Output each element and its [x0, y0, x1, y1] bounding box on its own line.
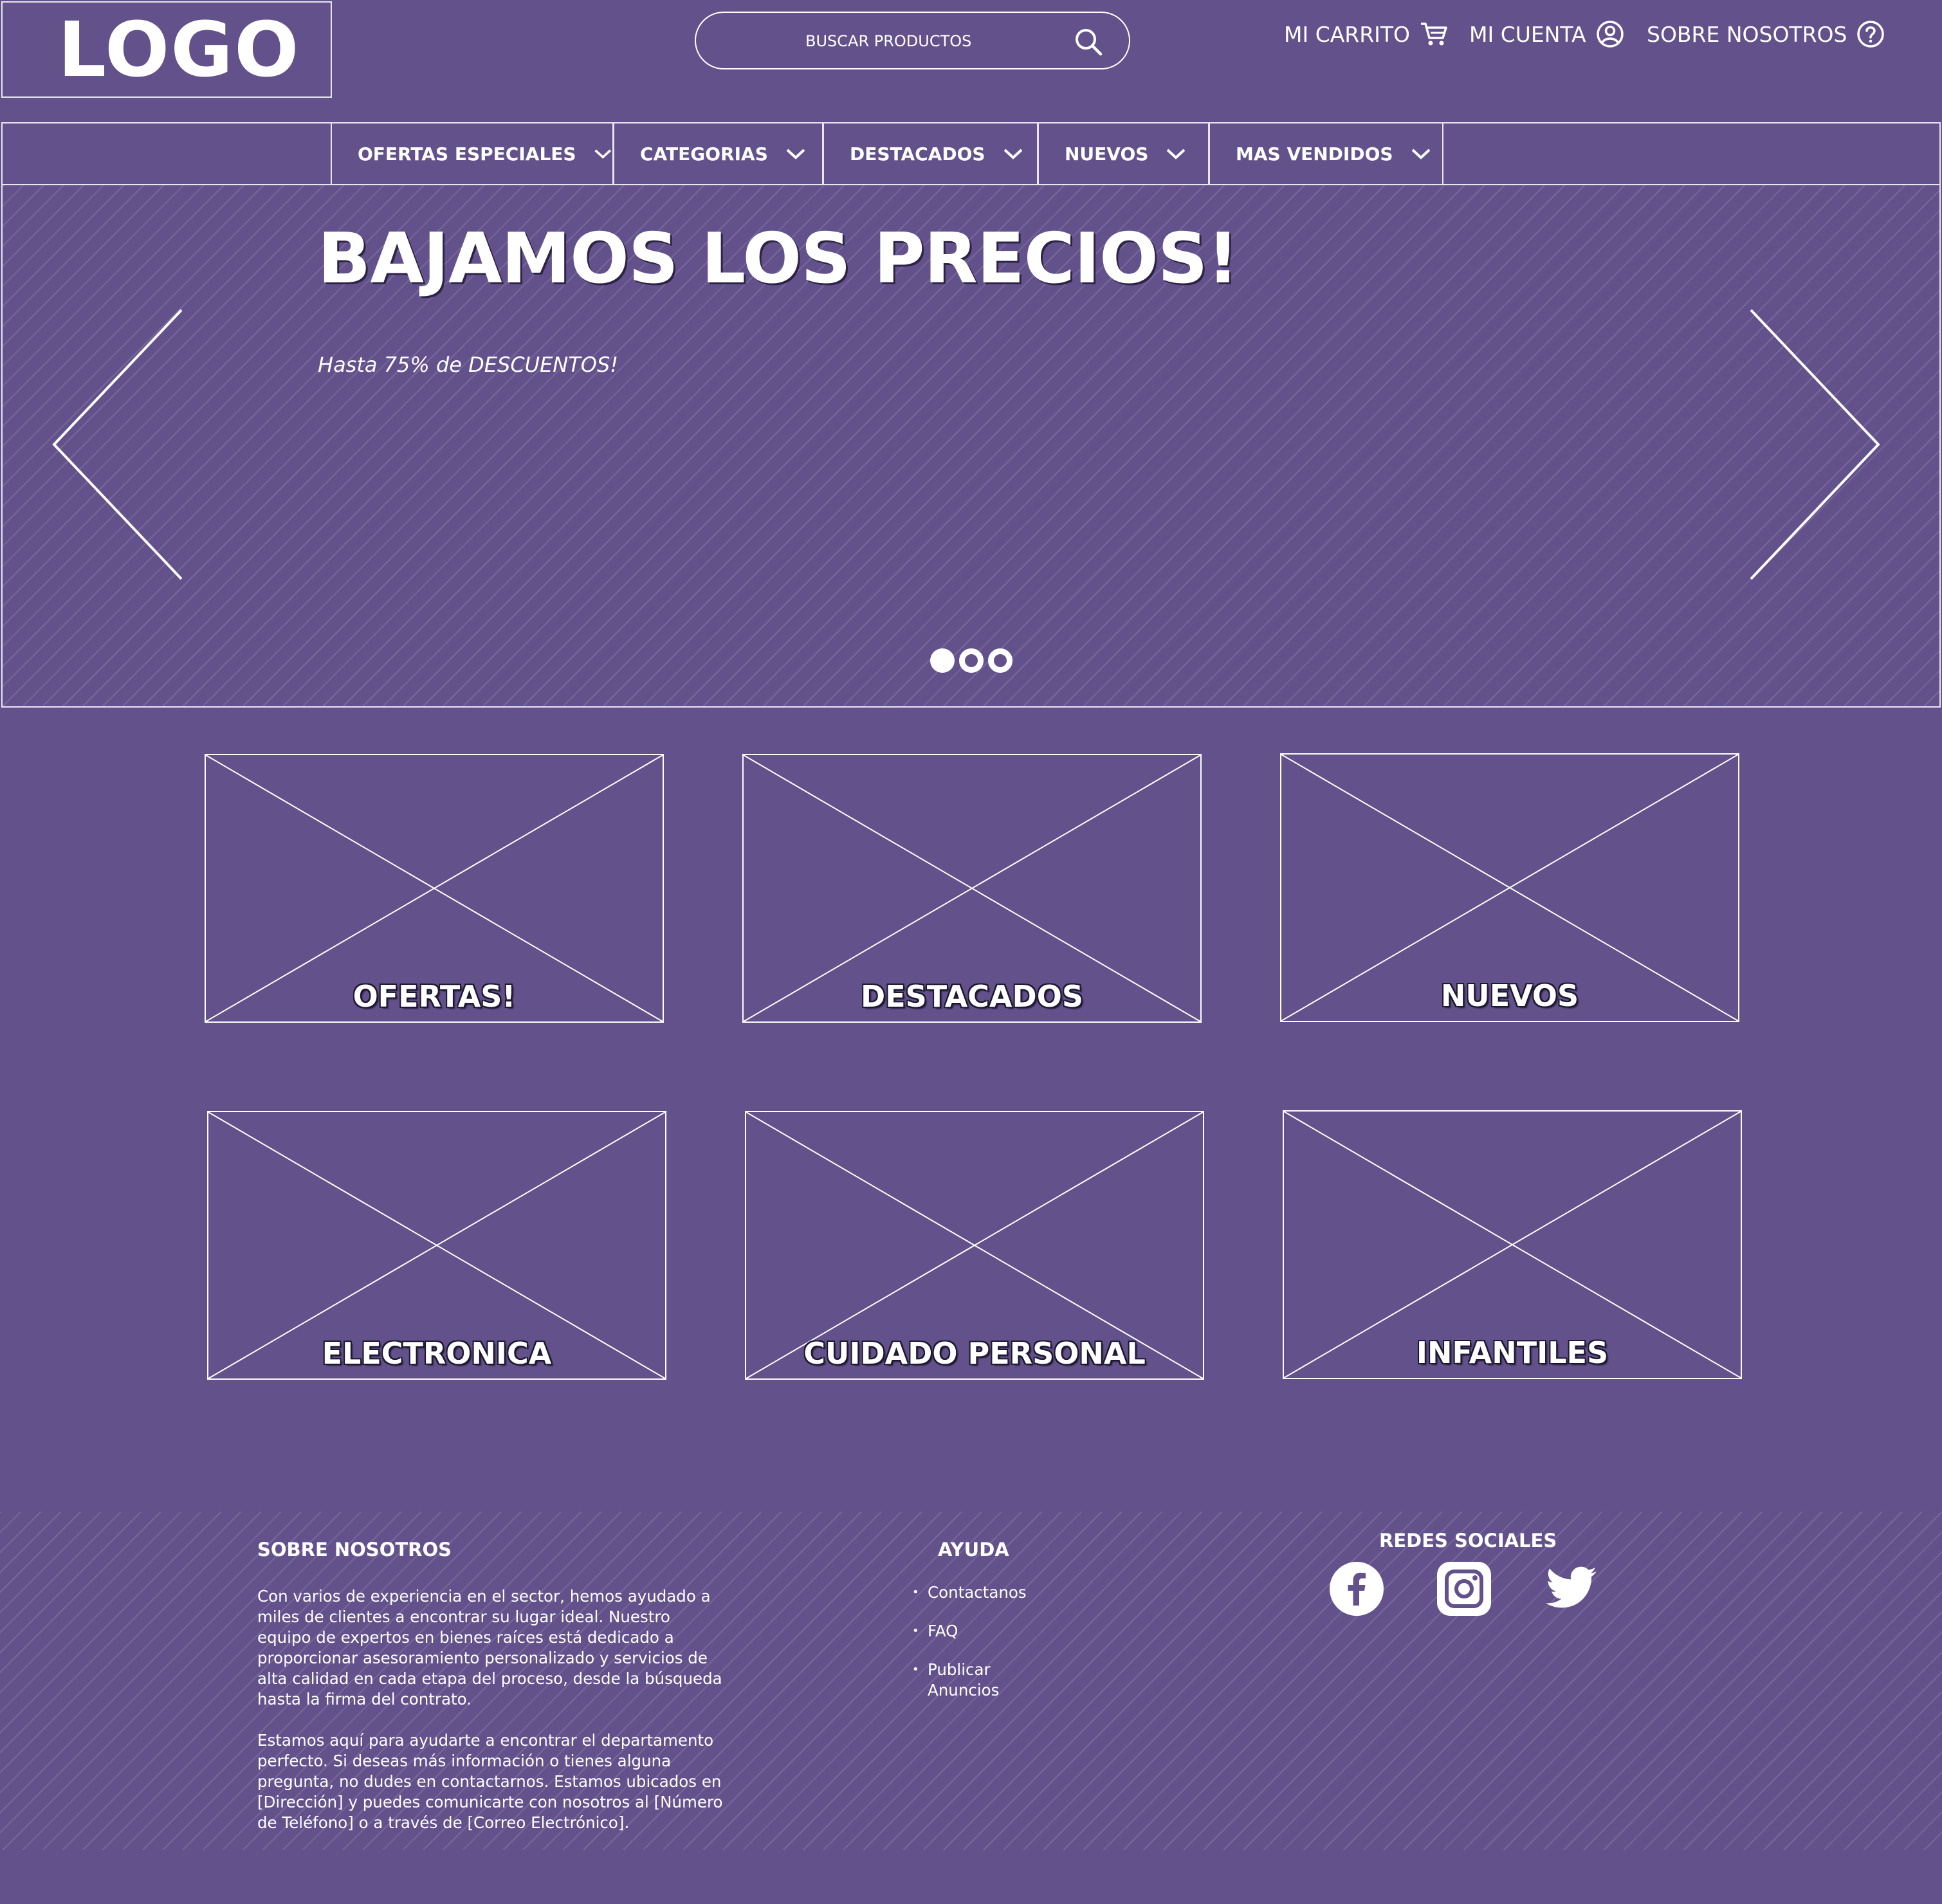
category-tile-cuidado-personal[interactable]: CUIDADO PERSONAL: [745, 1111, 1204, 1380]
category-tile-destacados[interactable]: DESTACADOS: [742, 754, 1202, 1023]
search-placeholder: BUSCAR PRODUCTOS: [805, 32, 972, 50]
cart-label: MI CARRITO: [1284, 21, 1411, 47]
footer-link-faq[interactable]: FAQ: [912, 1621, 1027, 1642]
cart-icon: [1421, 23, 1447, 46]
nav-item-mas-vendidos[interactable]: MAS VENDIDOS: [1209, 122, 1443, 185]
tile-label: NUEVOS: [1440, 978, 1579, 1013]
nav-item-label: DESTACADOS: [850, 143, 985, 165]
logo[interactable]: LOGO: [1, 1, 332, 98]
nav-item-categorias[interactable]: CATEGORIAS: [613, 122, 823, 185]
hero-subtitle: Hasta 75% de DESCUENTOS!: [318, 352, 619, 377]
search-icon[interactable]: [1072, 26, 1104, 58]
nav-item-label: NUEVOS: [1065, 143, 1149, 165]
instagram-icon[interactable]: [1436, 1561, 1492, 1617]
carousel-dot-2[interactable]: [959, 648, 984, 673]
carousel-dot-3[interactable]: [988, 648, 1012, 673]
category-tile-ofertas[interactable]: OFERTAS!: [205, 754, 664, 1023]
footer-help-list: Contactanos FAQ Publicar Anuncios: [912, 1582, 1027, 1719]
facebook-icon[interactable]: [1328, 1561, 1385, 1617]
nav-item-destacados[interactable]: DESTACADOS: [823, 122, 1038, 185]
footer-link-publicar-anuncios[interactable]: Publicar Anuncios: [912, 1660, 1011, 1701]
account-link[interactable]: MI CUENTA: [1469, 19, 1625, 49]
chevron-down-icon: [1003, 149, 1022, 160]
logo-text: LOGO: [58, 5, 300, 94]
footer-help-heading: AYUDA: [938, 1539, 1009, 1561]
chevron-down-icon: [1411, 149, 1430, 160]
twitter-icon[interactable]: [1543, 1561, 1599, 1617]
about-link[interactable]: SOBRE NOSOTROS: [1647, 19, 1885, 49]
chevron-down-icon: [786, 149, 805, 160]
nav-item-label: OFERTAS ESPECIALES: [358, 143, 576, 165]
footer-link-contactanos[interactable]: Contactanos: [912, 1582, 1027, 1603]
account-label: MI CUENTA: [1469, 21, 1586, 47]
nav-item-label: CATEGORIAS: [640, 143, 768, 165]
carousel-dot-1[interactable]: [930, 648, 955, 673]
carousel-next-arrow-icon[interactable]: [1747, 307, 1882, 581]
nav-item-ofertas-especiales[interactable]: OFERTAS ESPECIALES: [331, 122, 614, 185]
search-input[interactable]: BUSCAR PRODUCTOS: [695, 12, 1130, 69]
about-label: SOBRE NOSOTROS: [1647, 21, 1847, 47]
nav-item-label: MAS VENDIDOS: [1236, 143, 1393, 165]
footer-about-text-2: Estamos aquí para ayudarte a encontrar e…: [257, 1731, 723, 1832]
category-tile-nuevos[interactable]: NUEVOS: [1280, 753, 1739, 1022]
tile-label: DESTACADOS: [861, 979, 1083, 1014]
chevron-down-icon: [594, 149, 611, 159]
footer-social-heading: REDES SOCIALES: [1379, 1530, 1557, 1552]
category-tile-infantiles[interactable]: INFANTILES: [1283, 1110, 1742, 1379]
nav-item-nuevos[interactable]: NUEVOS: [1038, 122, 1209, 185]
account-icon: [1596, 21, 1624, 48]
hero-title: BAJAMOS LOS PRECIOS!: [318, 219, 1239, 299]
tile-label: CUIDADO PERSONAL: [803, 1336, 1146, 1371]
tile-label: OFERTAS!: [353, 979, 516, 1014]
footer-about-heading: SOBRE NOSOTROS: [257, 1539, 452, 1561]
category-tile-electronica[interactable]: ELECTRONICA: [207, 1111, 666, 1380]
chevron-down-icon: [1167, 149, 1186, 160]
footer-about-text-1: Con varios de experiencia en el sector, …: [257, 1587, 722, 1708]
tile-label: INFANTILES: [1416, 1335, 1609, 1370]
carousel-prev-arrow-icon[interactable]: [50, 307, 185, 581]
cart-link[interactable]: MI CARRITO: [1284, 19, 1449, 49]
tile-label: ELECTRONICA: [322, 1336, 552, 1371]
help-icon: [1857, 21, 1885, 48]
